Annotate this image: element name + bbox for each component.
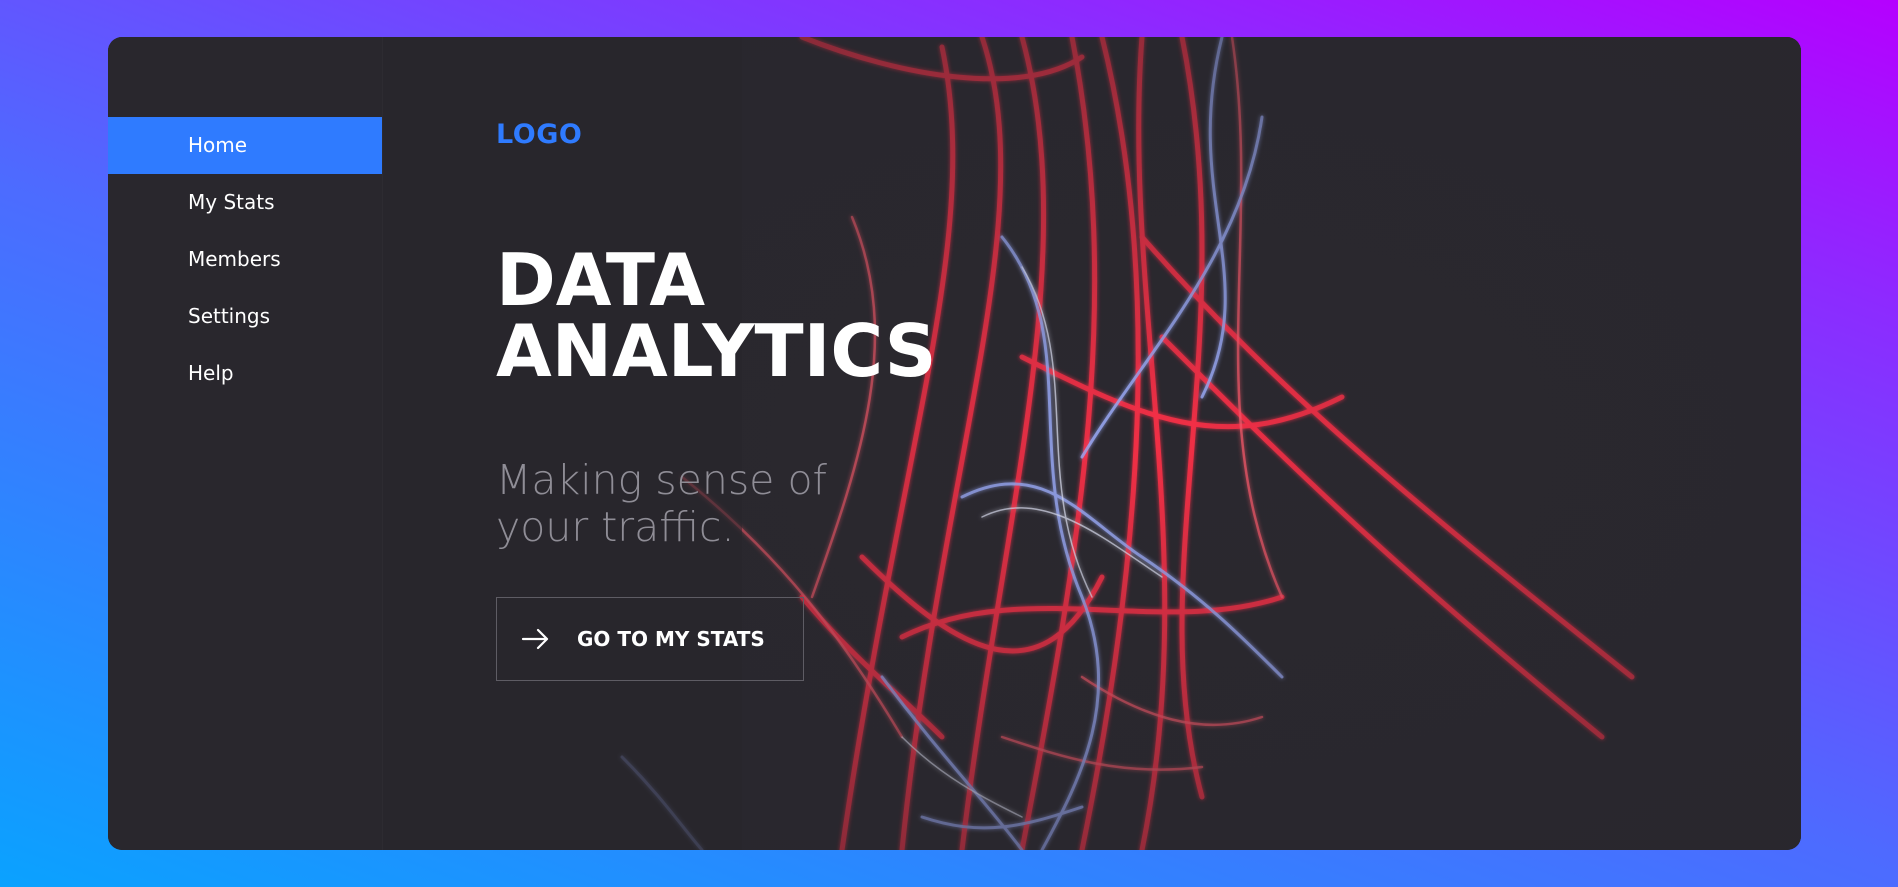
sidebar-item-home[interactable]: Home [108,117,382,174]
subtitle-line-1: Making sense of [496,456,827,504]
title-line-2: ANALYTICS [496,309,937,393]
logo[interactable]: LOGO [496,119,582,150]
go-to-my-stats-label: GO TO MY STATS [577,627,765,651]
subtitle-line-2: your traffic. [496,503,735,551]
sidebar-item-help[interactable]: Help [108,345,382,402]
page-title: DATA ANALYTICS [496,244,936,387]
arrow-right-icon [521,628,549,650]
sidebar-item-my-stats[interactable]: My Stats [108,174,382,231]
sidebar-item-members[interactable]: Members [108,231,382,288]
page-subtitle: Making sense of your traffic. [496,457,827,551]
main-card: Home My Stats Members Settings Help LOGO… [108,37,1801,850]
go-to-my-stats-button[interactable]: GO TO MY STATS [496,597,804,681]
sidebar: Home My Stats Members Settings Help [108,37,383,850]
sidebar-nav: Home My Stats Members Settings Help [108,117,382,402]
light-trails-image [382,37,1801,850]
sidebar-item-settings[interactable]: Settings [108,288,382,345]
hero-background-image [382,37,1801,850]
